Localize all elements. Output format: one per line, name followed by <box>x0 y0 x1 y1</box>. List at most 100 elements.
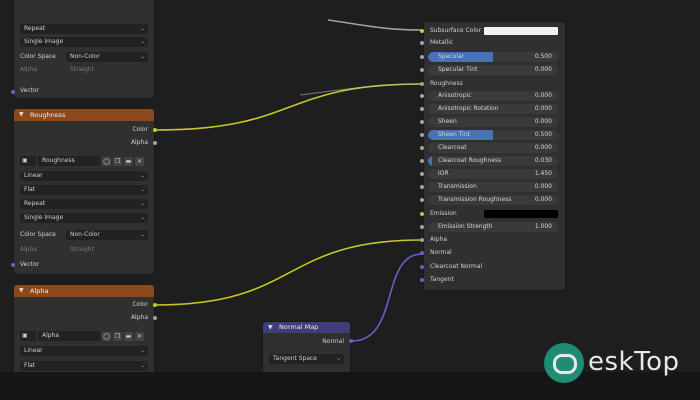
clearcoat-normal-socket[interactable] <box>420 265 424 269</box>
chevron-down-icon: ⌄ <box>140 215 145 221</box>
alpha-socket[interactable] <box>420 238 424 242</box>
roughness-alpha-output-socket[interactable] <box>153 141 157 145</box>
slider-label: Anisotropic Rotation <box>438 105 499 112</box>
tangent-socket[interactable] <box>420 278 424 282</box>
subsurface-color-socket[interactable] <box>420 29 424 33</box>
specular-socket[interactable] <box>420 55 424 59</box>
folder-icon[interactable]: ▬ <box>124 157 133 166</box>
metallic-socket[interactable] <box>420 41 424 45</box>
value-slider[interactable]: Sheen Tint 0.500 <box>428 130 558 140</box>
source-select[interactable]: Single Image ⌄ <box>20 213 148 223</box>
slider-label: Specular Tint <box>438 66 478 73</box>
logo-text: eskTop <box>588 347 680 377</box>
emission-strength-slider[interactable]: Emission Strength 1.000 <box>428 222 558 232</box>
normal-output-socket[interactable] <box>349 339 353 343</box>
collapse-arrow-icon[interactable]: ▼ <box>19 109 24 121</box>
value-slider[interactable]: Anisotropic Rotation 0.000 <box>428 104 558 114</box>
fake-user-icon[interactable]: ◯ <box>102 332 111 341</box>
output-color-label: Color <box>132 126 148 133</box>
value-slider[interactable]: Anisotropic 0.000 <box>428 91 558 101</box>
alpha-color-output-socket[interactable] <box>153 303 157 307</box>
normal-map-node[interactable]: ▼ Normal Map Normal Tangent Space ⌄ <box>263 322 350 376</box>
projection-select[interactable]: Flat ⌄ <box>20 361 148 371</box>
extension-select[interactable]: Repeat ⌄ <box>20 199 148 209</box>
subsurface-color-swatch[interactable] <box>484 27 558 35</box>
projection-select[interactable]: Flat ⌄ <box>20 185 148 195</box>
close-icon[interactable]: ✕ <box>135 332 144 341</box>
alpha-texture-node[interactable]: ▼ Alpha Color Alpha ▣ Alpha ◯ ❐ ▬ ✕ Line… <box>14 285 154 377</box>
output-normal-label: Normal <box>322 338 344 345</box>
slider-value: 0.000 <box>534 105 552 112</box>
ior-socket[interactable] <box>420 172 424 176</box>
value-slider[interactable]: Sheen 0.000 <box>428 117 558 127</box>
roughness-color-output-socket[interactable] <box>153 128 157 132</box>
emission-color-swatch[interactable] <box>484 210 558 218</box>
anisotropic-socket[interactable] <box>420 94 424 98</box>
value-slider[interactable]: Specular 0.500 <box>428 52 558 62</box>
clearcoat-socket[interactable] <box>420 146 424 150</box>
roughness-vector-input-socket[interactable] <box>11 263 15 267</box>
normal-socket[interactable] <box>420 251 424 255</box>
value-slider[interactable]: Clearcoat Roughness 0.030 <box>428 156 558 166</box>
duplicate-icon[interactable]: ❐ <box>113 157 122 166</box>
image-browse-button[interactable]: ▣ <box>20 331 36 341</box>
chevron-down-icon: ⌄ <box>140 26 145 32</box>
value-slider[interactable]: Clearcoat 0.000 <box>428 143 558 153</box>
specular-tint-socket[interactable] <box>420 68 424 72</box>
image-texture-node-top[interactable]: Repeat ⌄ Single Image ⌄ Color Space Non-Co… <box>14 0 154 98</box>
alpha-mode-value: Straight <box>70 66 94 73</box>
color-space-select[interactable]: Non-Color ⌄ <box>66 230 148 240</box>
emission-socket[interactable] <box>420 212 424 216</box>
node-header[interactable]: ▼ Alpha <box>14 285 154 297</box>
anisotropic-rotation-socket[interactable] <box>420 107 424 111</box>
source-select[interactable]: Single Image ⌄ <box>20 37 148 47</box>
duplicate-icon[interactable]: ❐ <box>113 332 122 341</box>
image-name-field[interactable]: Alpha <box>38 331 100 341</box>
normal-input-label: Normal <box>430 249 452 256</box>
alpha-input-label: Alpha <box>430 236 448 243</box>
interpolation-select[interactable]: Linear ⌄ <box>20 346 148 356</box>
roughness-socket[interactable] <box>420 82 424 86</box>
chevron-down-icon: ⌄ <box>140 232 145 238</box>
space-select[interactable]: Tangent Space ⌄ <box>269 354 344 364</box>
slider-value: 0.000 <box>534 196 552 203</box>
image-name-field[interactable]: Roughness <box>38 156 100 166</box>
alpha-mode-value: Straight <box>70 246 94 253</box>
folder-icon[interactable]: ▬ <box>124 332 133 341</box>
value-slider[interactable]: Specular Tint 0.000 <box>428 65 558 75</box>
value-slider[interactable]: Transmission 0.000 <box>428 182 558 192</box>
logo-mark-icon <box>544 343 584 383</box>
clearcoat-roughness-socket[interactable] <box>420 159 424 163</box>
node-title: Alpha <box>30 287 49 295</box>
node-header[interactable]: ▼ Roughness <box>14 109 154 121</box>
slider-value: 0.000 <box>534 118 552 125</box>
value-slider[interactable]: Transmission Roughness 0.000 <box>428 195 558 205</box>
vector-input-socket[interactable] <box>11 90 15 94</box>
alpha-alpha-output-socket[interactable] <box>153 316 157 320</box>
slider-value: 0.030 <box>534 157 552 164</box>
transmission-roughness-socket[interactable] <box>420 198 424 202</box>
chevron-down-icon: ⌄ <box>140 201 145 207</box>
sheen-tint-socket[interactable] <box>420 133 424 137</box>
color-space-label: Color Space <box>20 53 56 60</box>
output-color-label: Color <box>132 301 148 308</box>
chevron-down-icon: ⌄ <box>140 187 145 193</box>
chevron-down-icon: ⌄ <box>140 173 145 179</box>
sheen-socket[interactable] <box>420 120 424 124</box>
close-icon[interactable]: ✕ <box>135 157 144 166</box>
fake-user-icon[interactable]: ◯ <box>102 157 111 166</box>
collapse-arrow-icon[interactable]: ▼ <box>268 322 273 333</box>
transmission-socket[interactable] <box>420 185 424 189</box>
color-space-select[interactable]: Non-Color ⌄ <box>66 52 148 62</box>
image-browse-button[interactable]: ▣ <box>20 156 36 166</box>
roughness-texture-node[interactable]: ▼ Roughness Color Alpha ▣ Roughness ◯ ❐ … <box>14 109 154 274</box>
interpolation-select[interactable]: Linear ⌄ <box>20 171 148 181</box>
emission-strength-socket[interactable] <box>420 225 424 229</box>
collapse-arrow-icon[interactable]: ▼ <box>19 285 24 297</box>
node-header[interactable]: ▼ Normal Map <box>263 322 350 333</box>
value-slider[interactable]: IOR 1.450 <box>428 169 558 179</box>
alpha-label: Alpha <box>20 246 38 253</box>
extension-select[interactable]: Repeat ⌄ <box>20 24 148 34</box>
node-title: Roughness <box>30 111 66 119</box>
slider-label: Specular <box>438 53 465 60</box>
